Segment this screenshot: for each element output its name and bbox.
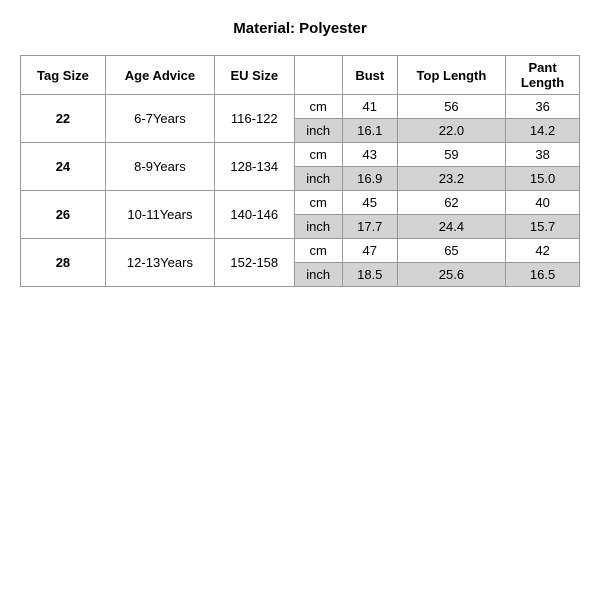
tag-size-cell: 28 [21,239,106,287]
table-row: 26 10-11Years 140-146 cm 45 62 40 [21,191,580,215]
bust-cm: 41 [342,95,397,119]
eu-size-cell: 128-134 [215,143,295,191]
table-header-row: Tag Size Age Advice EU Size Bust Top Len… [21,56,580,95]
tag-size-cell: 22 [21,95,106,143]
pant-cm: 38 [506,143,580,167]
size-table: Tag Size Age Advice EU Size Bust Top Len… [20,55,580,287]
col-bust: Bust [342,56,397,95]
col-top-length: Top Length [397,56,505,95]
unit-cm: cm [294,143,342,167]
top-inch: 25.6 [397,263,505,287]
age-advice-cell: 8-9Years [105,143,214,191]
unit-inch: inch [294,263,342,287]
table-row: 24 8-9Years 128-134 cm 43 59 38 [21,143,580,167]
pant-inch: 15.7 [506,215,580,239]
unit-cm: cm [294,95,342,119]
eu-size-cell: 152-158 [215,239,295,287]
bust-inch: 16.9 [342,167,397,191]
col-eu-size: EU Size [215,56,295,95]
eu-size-cell: 116-122 [215,95,295,143]
bust-cm: 47 [342,239,397,263]
top-cm: 62 [397,191,505,215]
pant-inch: 15.0 [506,167,580,191]
unit-cm: cm [294,191,342,215]
tag-size-cell: 24 [21,143,106,191]
top-cm: 65 [397,239,505,263]
col-tag-size: Tag Size [21,56,106,95]
top-cm: 56 [397,95,505,119]
col-unit [294,56,342,95]
unit-inch: inch [294,119,342,143]
page-title: Material: Polyester [233,20,366,37]
pant-cm: 42 [506,239,580,263]
top-inch: 22.0 [397,119,505,143]
age-advice-cell: 10-11Years [105,191,214,239]
table-row: 28 12-13Years 152-158 cm 47 65 42 [21,239,580,263]
bust-cm: 45 [342,191,397,215]
top-inch: 24.4 [397,215,505,239]
age-advice-cell: 12-13Years [105,239,214,287]
unit-inch: inch [294,215,342,239]
tag-size-cell: 26 [21,191,106,239]
bust-inch: 17.7 [342,215,397,239]
top-cm: 59 [397,143,505,167]
table-row: 22 6-7Years 116-122 cm 41 56 36 [21,95,580,119]
bust-cm: 43 [342,143,397,167]
unit-inch: inch [294,167,342,191]
pant-inch: 14.2 [506,119,580,143]
eu-size-cell: 140-146 [215,191,295,239]
age-advice-cell: 6-7Years [105,95,214,143]
pant-inch: 16.5 [506,263,580,287]
pant-cm: 36 [506,95,580,119]
bust-inch: 16.1 [342,119,397,143]
col-age-advice: Age Advice [105,56,214,95]
bust-inch: 18.5 [342,263,397,287]
top-inch: 23.2 [397,167,505,191]
unit-cm: cm [294,239,342,263]
pant-cm: 40 [506,191,580,215]
col-pant-length: PantLength [506,56,580,95]
